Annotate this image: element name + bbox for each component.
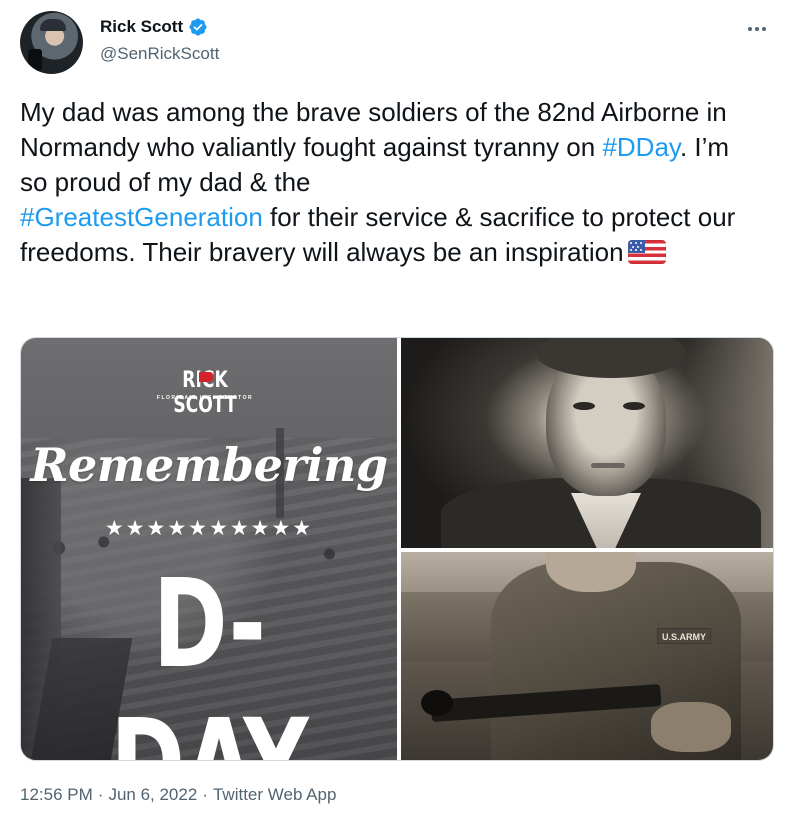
tweet-meta: 12:56 PM · Jun 6, 2022 · Twitter Web App: [20, 785, 336, 805]
tweet-time[interactable]: 12:56 PM: [20, 785, 93, 805]
logo-subtitle: FLORIDA’S U.S. SENATOR: [156, 395, 254, 401]
avatar[interactable]: [20, 11, 83, 74]
tweet-date[interactable]: Jun 6, 2022: [108, 785, 197, 805]
stars-row: ★★★★★★★★★★: [104, 517, 314, 540]
graphic-main-text: D-DAY: [110, 553, 308, 760]
portrait-photo[interactable]: [401, 338, 773, 548]
hashtag-greatestgeneration-link[interactable]: #GreatestGeneration: [20, 202, 263, 232]
avatar-microphone: [28, 49, 42, 71]
tweet-text: My dad was among the brave soldiers of t…: [20, 95, 760, 270]
florida-shape-icon: [199, 372, 213, 382]
graphic-headline: Remembering: [30, 438, 388, 492]
rick-scott-logo: RICK SCOTT FLORIDA’S U.S. SENATOR: [139, 368, 271, 418]
avatar-cap: [40, 19, 66, 31]
hashtag-dday-link[interactable]: #DDay: [602, 132, 680, 162]
meta-separator: ·: [202, 785, 208, 804]
verified-badge-icon: [188, 17, 208, 37]
more-options-icon[interactable]: [740, 16, 774, 42]
soldier-with-gun-photo[interactable]: U.S.ARMY: [401, 552, 773, 760]
us-army-tag: U.S.ARMY: [657, 628, 711, 644]
us-flag-icon: [627, 240, 666, 264]
meta-separator: ·: [97, 785, 104, 804]
author-name[interactable]: Rick Scott: [100, 17, 183, 37]
remembering-dday-graphic[interactable]: RICK SCOTT FLORIDA’S U.S. SENATOR Rememb…: [21, 338, 397, 760]
author-name-row[interactable]: Rick Scott: [100, 17, 208, 37]
media-grid: RICK SCOTT FLORIDA’S U.S. SENATOR Rememb…: [20, 337, 774, 761]
tweet: Rick Scott @SenRickScott My dad was amon…: [0, 0, 788, 814]
tweet-source[interactable]: Twitter Web App: [213, 785, 336, 805]
author-handle[interactable]: @SenRickScott: [100, 44, 219, 64]
